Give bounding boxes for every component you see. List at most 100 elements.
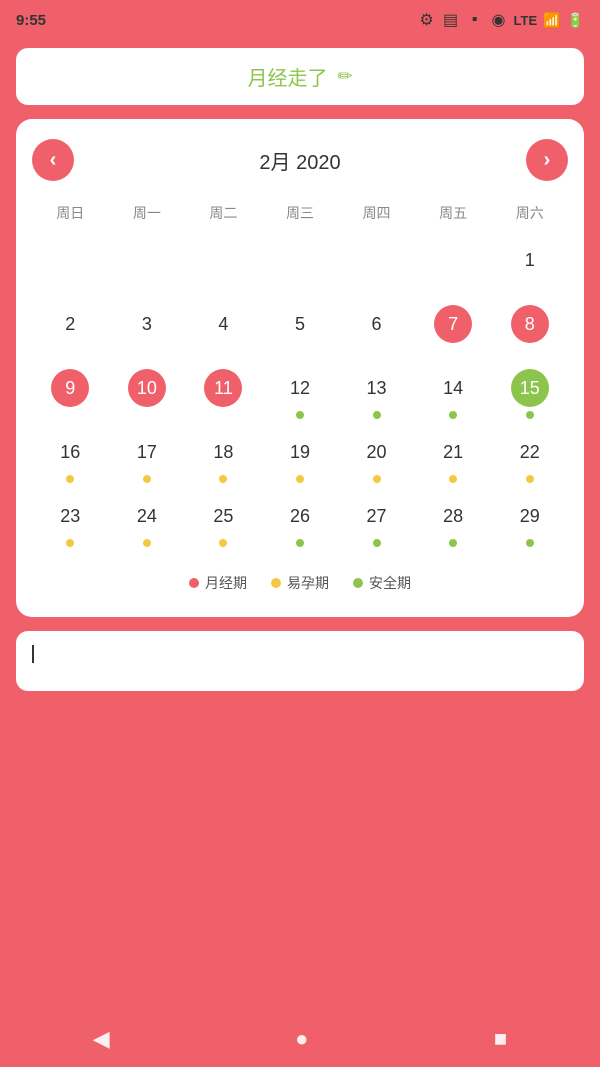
day-cell-9[interactable]: 9 — [32, 363, 109, 425]
day-number-24: 24 — [128, 497, 166, 535]
legend-fertile: 易孕期 — [271, 573, 329, 593]
day-cell-11[interactable]: 11 — [185, 363, 262, 425]
empty-cell-4 — [338, 235, 415, 297]
next-month-button[interactable]: › — [526, 139, 568, 181]
day-cell-1[interactable]: 1 — [491, 235, 568, 297]
legend-safe-label: 安全期 — [369, 573, 411, 593]
title-bar: 月经走了 ✏ — [16, 48, 584, 105]
day-number-22: 22 — [511, 433, 549, 471]
home-button[interactable]: ● — [295, 1026, 308, 1052]
day-dot-17 — [143, 475, 151, 483]
notes-area[interactable] — [16, 631, 584, 691]
sim-icon: ▤ — [442, 11, 460, 29]
app-title: 月经走了 — [247, 62, 327, 91]
prev-month-button[interactable]: ‹ — [32, 139, 74, 181]
day-cell-22[interactable]: 22 — [491, 427, 568, 489]
weekday-mon: 周一 — [109, 199, 186, 227]
day-number-15: 15 — [511, 369, 549, 407]
empty-cell-2 — [185, 235, 262, 297]
day-number-8: 8 — [511, 305, 549, 343]
day-number-11: 11 — [204, 369, 242, 407]
day-cell-3[interactable]: 3 — [109, 299, 186, 361]
legend-period-label: 月经期 — [205, 573, 247, 593]
day-cell-20[interactable]: 20 — [338, 427, 415, 489]
legend-safe: 安全期 — [353, 573, 411, 593]
day-cell-15[interactable]: 15 — [491, 363, 568, 425]
day-cell-6[interactable]: 6 — [338, 299, 415, 361]
weekday-fri: 周五 — [415, 199, 492, 227]
empty-cell-0 — [32, 235, 109, 297]
weekday-wed: 周三 — [262, 199, 339, 227]
day-number-26: 26 — [281, 497, 319, 535]
day-dot-28 — [449, 539, 457, 547]
day-number-9: 9 — [51, 369, 89, 407]
legend-dot-period — [189, 578, 199, 588]
day-number-12: 12 — [281, 369, 319, 407]
day-number-2: 2 — [51, 305, 89, 343]
legend-period: 月经期 — [189, 573, 247, 593]
empty-cell-5 — [415, 235, 492, 297]
day-dot-22 — [526, 475, 534, 483]
day-cell-5[interactable]: 5 — [262, 299, 339, 361]
day-number-19: 19 — [281, 433, 319, 471]
day-cell-27[interactable]: 27 — [338, 491, 415, 553]
legend-fertile-label: 易孕期 — [287, 573, 329, 593]
day-number-17: 17 — [128, 433, 166, 471]
day-cell-13[interactable]: 13 — [338, 363, 415, 425]
recent-apps-button[interactable]: ■ — [494, 1026, 507, 1052]
day-cell-18[interactable]: 18 — [185, 427, 262, 489]
day-number-25: 25 — [204, 497, 242, 535]
day-cell-24[interactable]: 24 — [109, 491, 186, 553]
day-cell-28[interactable]: 28 — [415, 491, 492, 553]
weekdays-row: 周日 周一 周二 周三 周四 周五 周六 — [32, 199, 568, 227]
day-cell-8[interactable]: 8 — [491, 299, 568, 361]
status-bar: 9:55 ⚙ ▤ ▪ ◉ LTE 📶 🔋 — [0, 0, 600, 40]
day-cell-2[interactable]: 2 — [32, 299, 109, 361]
day-cell-26[interactable]: 26 — [262, 491, 339, 553]
day-dot-12 — [296, 411, 304, 419]
day-number-7: 7 — [434, 305, 472, 343]
day-cell-23[interactable]: 23 — [32, 491, 109, 553]
day-cell-29[interactable]: 29 — [491, 491, 568, 553]
weekday-tue: 周二 — [185, 199, 262, 227]
day-cell-19[interactable]: 19 — [262, 427, 339, 489]
weekday-sun: 周日 — [32, 199, 109, 227]
weekday-thu: 周四 — [338, 199, 415, 227]
month-title: 2月 2020 — [259, 146, 340, 175]
day-dot-24 — [143, 539, 151, 547]
day-number-27: 27 — [358, 497, 396, 535]
day-dot-18 — [219, 475, 227, 483]
day-number-4: 4 — [204, 305, 242, 343]
day-cell-17[interactable]: 17 — [109, 427, 186, 489]
signal-icon: 📶 — [543, 12, 560, 29]
day-dot-25 — [219, 539, 227, 547]
day-dot-23 — [66, 539, 74, 547]
day-cell-7[interactable]: 7 — [415, 299, 492, 361]
legend: 月经期 易孕期 安全期 — [32, 573, 568, 593]
edit-icon[interactable]: ✏ — [337, 66, 352, 87]
calendar-grid: 1234567891011121314151617181920212223242… — [32, 235, 568, 553]
day-number-10: 10 — [128, 369, 166, 407]
day-number-13: 13 — [358, 369, 396, 407]
day-dot-29 — [526, 539, 534, 547]
day-cell-25[interactable]: 25 — [185, 491, 262, 553]
day-dot-15 — [526, 411, 534, 419]
battery-icon: 🔋 — [567, 12, 584, 29]
day-number-5: 5 — [281, 305, 319, 343]
day-number-1: 1 — [511, 241, 549, 279]
day-dot-14 — [449, 411, 457, 419]
day-cell-16[interactable]: 16 — [32, 427, 109, 489]
calendar-card: ‹ 2月 2020 › 周日 周一 周二 周三 周四 周五 周六 1234567… — [16, 119, 584, 617]
day-number-14: 14 — [434, 369, 472, 407]
day-cell-21[interactable]: 21 — [415, 427, 492, 489]
day-cell-10[interactable]: 10 — [109, 363, 186, 425]
day-cell-14[interactable]: 14 — [415, 363, 492, 425]
day-dot-26 — [296, 539, 304, 547]
settings-icon: ⚙ — [418, 11, 436, 29]
day-cell-4[interactable]: 4 — [185, 299, 262, 361]
day-cell-12[interactable]: 12 — [262, 363, 339, 425]
back-button[interactable]: ◀ — [93, 1026, 110, 1052]
day-number-29: 29 — [511, 497, 549, 535]
day-number-23: 23 — [51, 497, 89, 535]
day-number-6: 6 — [358, 305, 396, 343]
